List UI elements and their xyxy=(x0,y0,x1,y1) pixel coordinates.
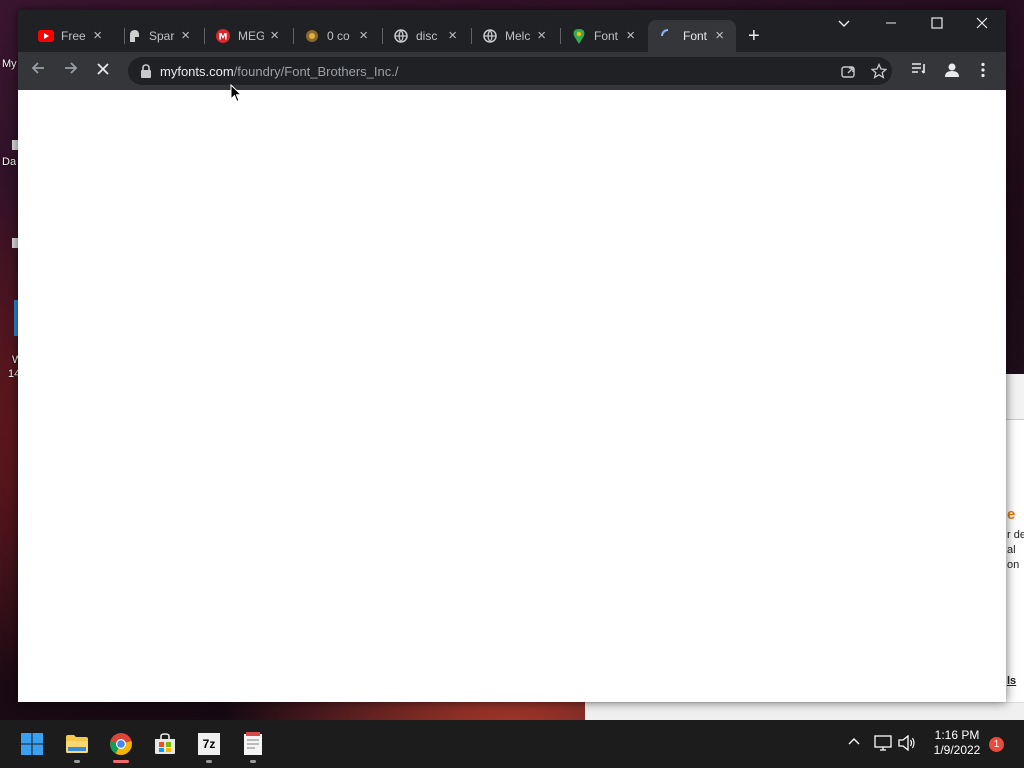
background-window-heading: e xyxy=(1007,506,1016,523)
tab-disc[interactable]: disc × xyxy=(381,20,469,52)
volume-icon[interactable] xyxy=(898,734,916,754)
tab-title: disc xyxy=(416,29,438,43)
bookmark-star-icon[interactable] xyxy=(870,62,888,82)
tab-font-maps[interactable]: Font × xyxy=(559,20,647,52)
mega-icon: M xyxy=(215,28,231,44)
tab-title: Melc xyxy=(505,29,531,43)
close-icon[interactable]: × xyxy=(626,28,635,44)
background-window-footer xyxy=(585,702,1024,720)
tab-mega[interactable]: M MEG × xyxy=(203,20,291,52)
tab-title: Spar xyxy=(149,29,175,43)
new-tab-button[interactable]: + xyxy=(748,26,760,46)
page-content[interactable] xyxy=(18,90,1006,702)
tab-strip: Free × Spar × M MEG × 0 co × disc × Melc… xyxy=(18,10,1006,52)
browser-window: Free × Spar × M MEG × 0 co × disc × Melc… xyxy=(18,10,1006,702)
globe-icon xyxy=(482,28,498,44)
start-icon[interactable] xyxy=(20,732,44,756)
file-explorer-icon[interactable] xyxy=(65,732,89,756)
notification-badge[interactable]: 1 xyxy=(989,737,1004,752)
close-icon[interactable]: × xyxy=(93,28,102,44)
background-window-link[interactable]: ls xyxy=(1007,675,1016,687)
notepad-icon[interactable] xyxy=(241,732,265,756)
7zip-label: 7z xyxy=(198,733,220,755)
loading-spinner-icon xyxy=(660,28,676,44)
url-path: /foundry/Font_Brothers_Inc./ xyxy=(233,64,399,79)
close-icon[interactable]: × xyxy=(270,28,279,44)
tab-spartan[interactable]: Spar × xyxy=(114,20,202,52)
browser-toolbar: myfonts.com/foundry/Font_Brothers_Inc./ xyxy=(18,52,1006,90)
svg-text:M: M xyxy=(219,33,228,43)
clock-time: 1:16 PM xyxy=(934,728,980,742)
coin-icon xyxy=(304,28,320,44)
taskbar: 7z 1:16 PM 1/9/2022 xyxy=(0,720,1024,768)
menu-kebab-icon[interactable] xyxy=(980,62,986,81)
close-icon[interactable]: × xyxy=(359,28,368,44)
background-window-header xyxy=(1005,374,1024,420)
share-icon[interactable] xyxy=(840,63,856,82)
maximize-button[interactable] xyxy=(931,16,943,32)
reading-list-icon[interactable] xyxy=(911,62,927,79)
chevron-up-icon[interactable] xyxy=(848,735,860,751)
tab-font-active[interactable]: Font × xyxy=(648,20,736,52)
stop-loading-button[interactable] xyxy=(96,60,110,80)
background-window-text: al xyxy=(1007,544,1016,556)
close-icon[interactable]: × xyxy=(181,28,190,44)
back-button[interactable] xyxy=(30,60,46,80)
running-indicator xyxy=(74,760,80,763)
tab-melc[interactable]: Melc × xyxy=(470,20,558,52)
close-icon[interactable]: × xyxy=(537,28,546,44)
forward-button[interactable] xyxy=(63,60,79,80)
minimize-button[interactable] xyxy=(885,16,897,32)
tab-title: Font xyxy=(594,29,619,43)
close-window-button[interactable] xyxy=(976,16,988,32)
chrome-icon[interactable] xyxy=(109,732,133,756)
close-icon[interactable]: × xyxy=(448,28,457,44)
close-icon[interactable]: × xyxy=(715,28,724,44)
spartan-helmet-icon xyxy=(126,28,142,44)
running-indicator xyxy=(206,760,212,763)
store-icon[interactable] xyxy=(153,732,177,756)
youtube-icon xyxy=(38,28,54,44)
globe-icon xyxy=(393,28,409,44)
tab-title: 0 co xyxy=(327,29,350,43)
maps-pin-icon xyxy=(571,28,587,44)
background-window-text: r de xyxy=(1007,529,1024,541)
lock-icon[interactable] xyxy=(140,64,152,78)
desktop-icon-label[interactable]: My xyxy=(2,58,17,70)
tab-search-icon[interactable] xyxy=(838,16,850,32)
profile-icon[interactable] xyxy=(944,62,960,81)
tab-title: Font xyxy=(683,29,708,43)
tab-title: Free xyxy=(61,29,86,43)
background-window-text: on xyxy=(1007,559,1020,571)
tab-youtube[interactable]: Free × xyxy=(26,20,114,52)
tab-coin[interactable]: 0 co × xyxy=(292,20,380,52)
system-clock[interactable]: 1:16 PM 1/9/2022 xyxy=(924,728,990,758)
7zip-icon[interactable]: 7z xyxy=(197,732,221,756)
network-icon[interactable] xyxy=(874,735,892,754)
url-text[interactable]: myfonts.com/foundry/Font_Brothers_Inc./ xyxy=(160,64,398,79)
url-host: myfonts.com xyxy=(160,64,234,79)
clock-date: 1/9/2022 xyxy=(933,743,981,757)
address-bar[interactable]: myfonts.com/foundry/Font_Brothers_Inc./ xyxy=(128,57,892,85)
running-indicator-active xyxy=(113,760,129,763)
tab-title: MEG xyxy=(238,29,264,43)
mouse-cursor-icon xyxy=(230,83,243,108)
running-indicator xyxy=(250,760,256,763)
desktop-icon-label[interactable]: Da xyxy=(2,156,16,168)
